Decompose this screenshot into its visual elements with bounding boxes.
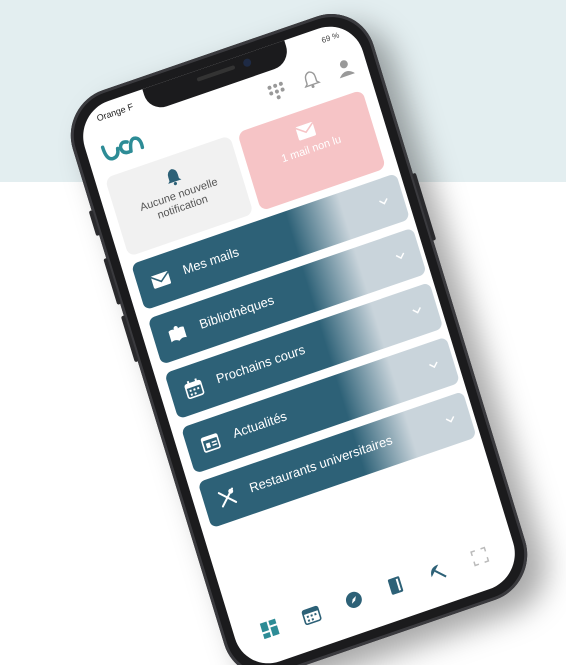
- chevron-down-icon: [445, 416, 455, 423]
- newspaper-icon: [200, 433, 221, 453]
- menu-item-label: Bibliothèques: [197, 292, 276, 332]
- menu-item-label: Actualités: [230, 408, 289, 441]
- chevron-down-icon: [412, 307, 421, 314]
- bell-icon: [167, 169, 182, 186]
- chevron-down-icon: [395, 252, 405, 260]
- calendar-icon: [184, 378, 205, 400]
- book-icon: [168, 326, 187, 343]
- expand-icon[interactable]: [467, 544, 492, 570]
- satellite-icon[interactable]: [425, 558, 450, 584]
- phone-mockup: Orange F 69 % Aucune nouvelle notificati…: [59, 1, 539, 665]
- chevron-down-icon: [379, 198, 388, 205]
- bell-icon[interactable]: [299, 67, 324, 93]
- grid-icon[interactable]: [265, 79, 290, 105]
- status-battery: 69 %: [320, 30, 341, 45]
- book-icon[interactable]: [383, 573, 408, 599]
- calendar-icon[interactable]: [299, 602, 324, 628]
- envelope-icon: [295, 122, 316, 141]
- cutlery-icon: [217, 487, 238, 508]
- earpiece-speaker: [196, 64, 236, 82]
- chevron-down-icon: [429, 361, 438, 369]
- compass-icon[interactable]: [341, 587, 366, 613]
- menu-item-label: Prochains cours: [214, 341, 307, 387]
- user-icon[interactable]: [333, 55, 358, 81]
- dashboard-icon[interactable]: [257, 616, 282, 642]
- uca-logo: [100, 136, 145, 161]
- front-camera: [242, 57, 253, 68]
- status-carrier: Orange F: [95, 101, 135, 124]
- envelope-icon: [150, 271, 171, 289]
- stage: Orange F 69 % Aucune nouvelle notificati…: [0, 0, 566, 665]
- menu-item-label: Mes mails: [180, 243, 241, 278]
